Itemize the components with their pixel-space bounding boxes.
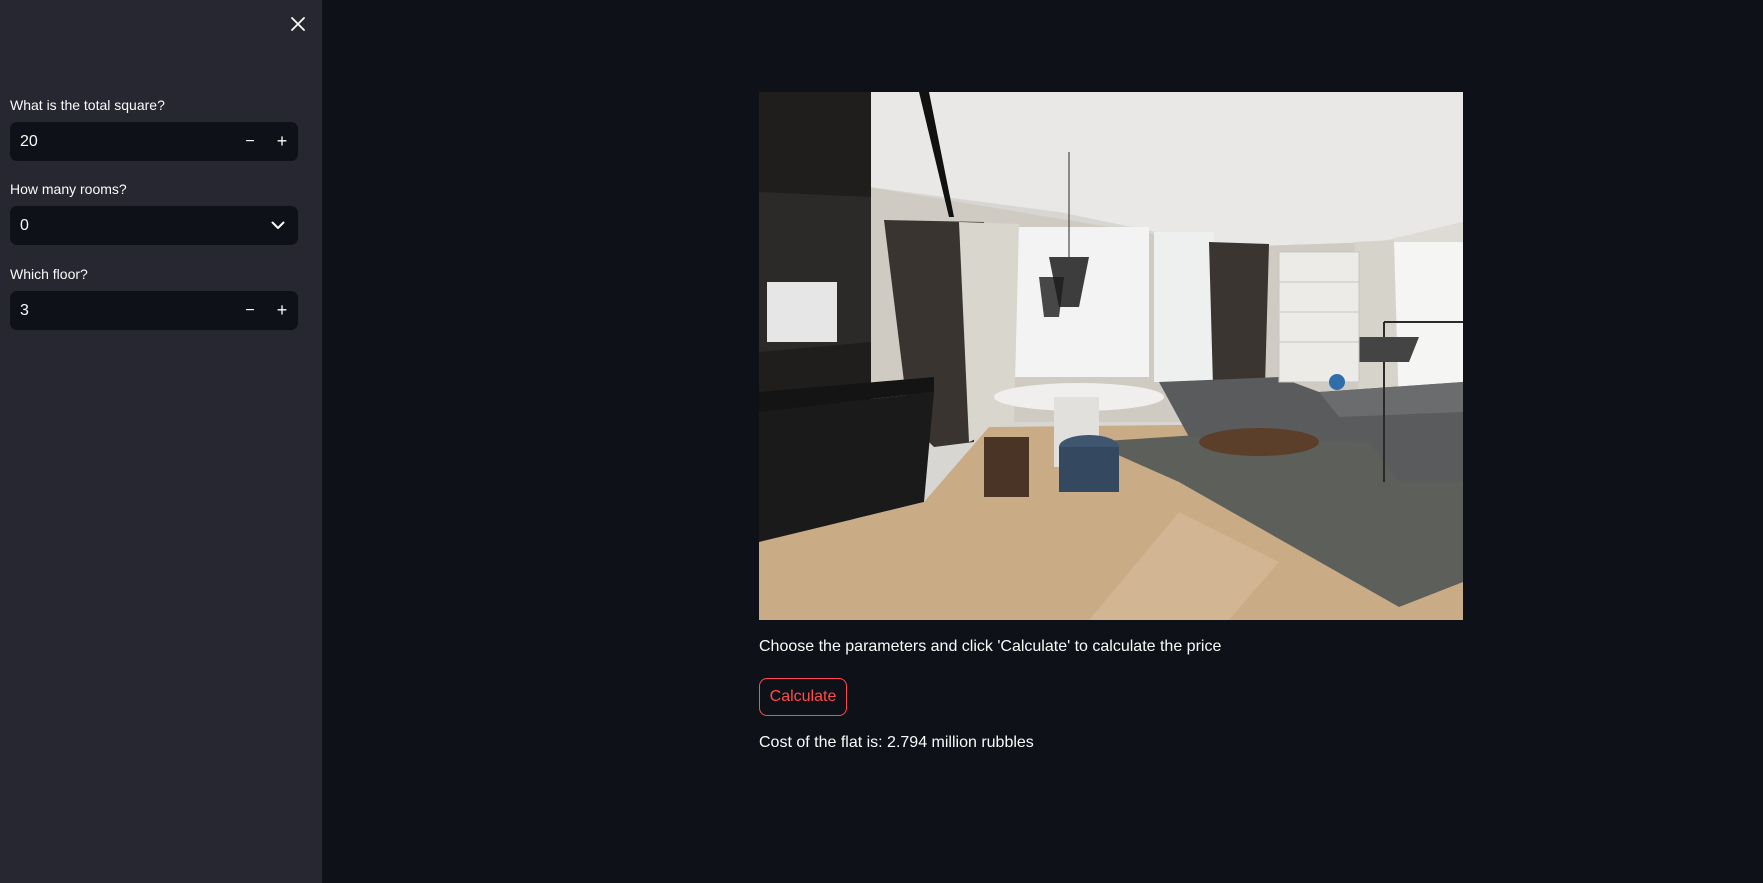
sidebar: What is the total square? − + How many r… (0, 0, 322, 883)
main-content: Choose the parameters and click 'Calcula… (322, 0, 1763, 883)
rooms-label: How many rooms? (10, 181, 127, 197)
app-root: What is the total square? − + How many r… (0, 0, 1763, 883)
total-square-stepper: − + (10, 122, 298, 161)
close-icon (291, 17, 305, 31)
price-result-text: Cost of the flat is: 2.794 million rubbl… (759, 734, 1034, 751)
total-square-decrement-button[interactable]: − (234, 122, 266, 161)
close-sidebar-button[interactable] (284, 10, 312, 38)
instructions-text: Choose the parameters and click 'Calcula… (759, 638, 1222, 655)
floor-input[interactable] (10, 291, 234, 330)
interior-illustration (759, 92, 1463, 620)
plus-icon: + (276, 300, 288, 320)
floor-decrement-button[interactable]: − (234, 291, 266, 330)
total-square-increment-button[interactable]: + (266, 122, 298, 161)
calculate-button[interactable]: Calculate (759, 678, 847, 716)
minus-icon: − (245, 132, 255, 150)
rooms-selected-value: 0 (20, 216, 29, 234)
total-square-input[interactable] (10, 122, 234, 161)
rooms-select[interactable]: 0 (10, 206, 298, 245)
floor-increment-button[interactable]: + (266, 291, 298, 330)
apartment-interior-image (759, 92, 1463, 620)
floor-stepper: − + (10, 291, 298, 330)
plus-icon: + (276, 131, 288, 151)
total-square-label: What is the total square? (10, 97, 165, 113)
minus-icon: − (245, 301, 255, 319)
floor-label: Which floor? (10, 266, 88, 282)
chevron-down-icon (258, 206, 298, 245)
